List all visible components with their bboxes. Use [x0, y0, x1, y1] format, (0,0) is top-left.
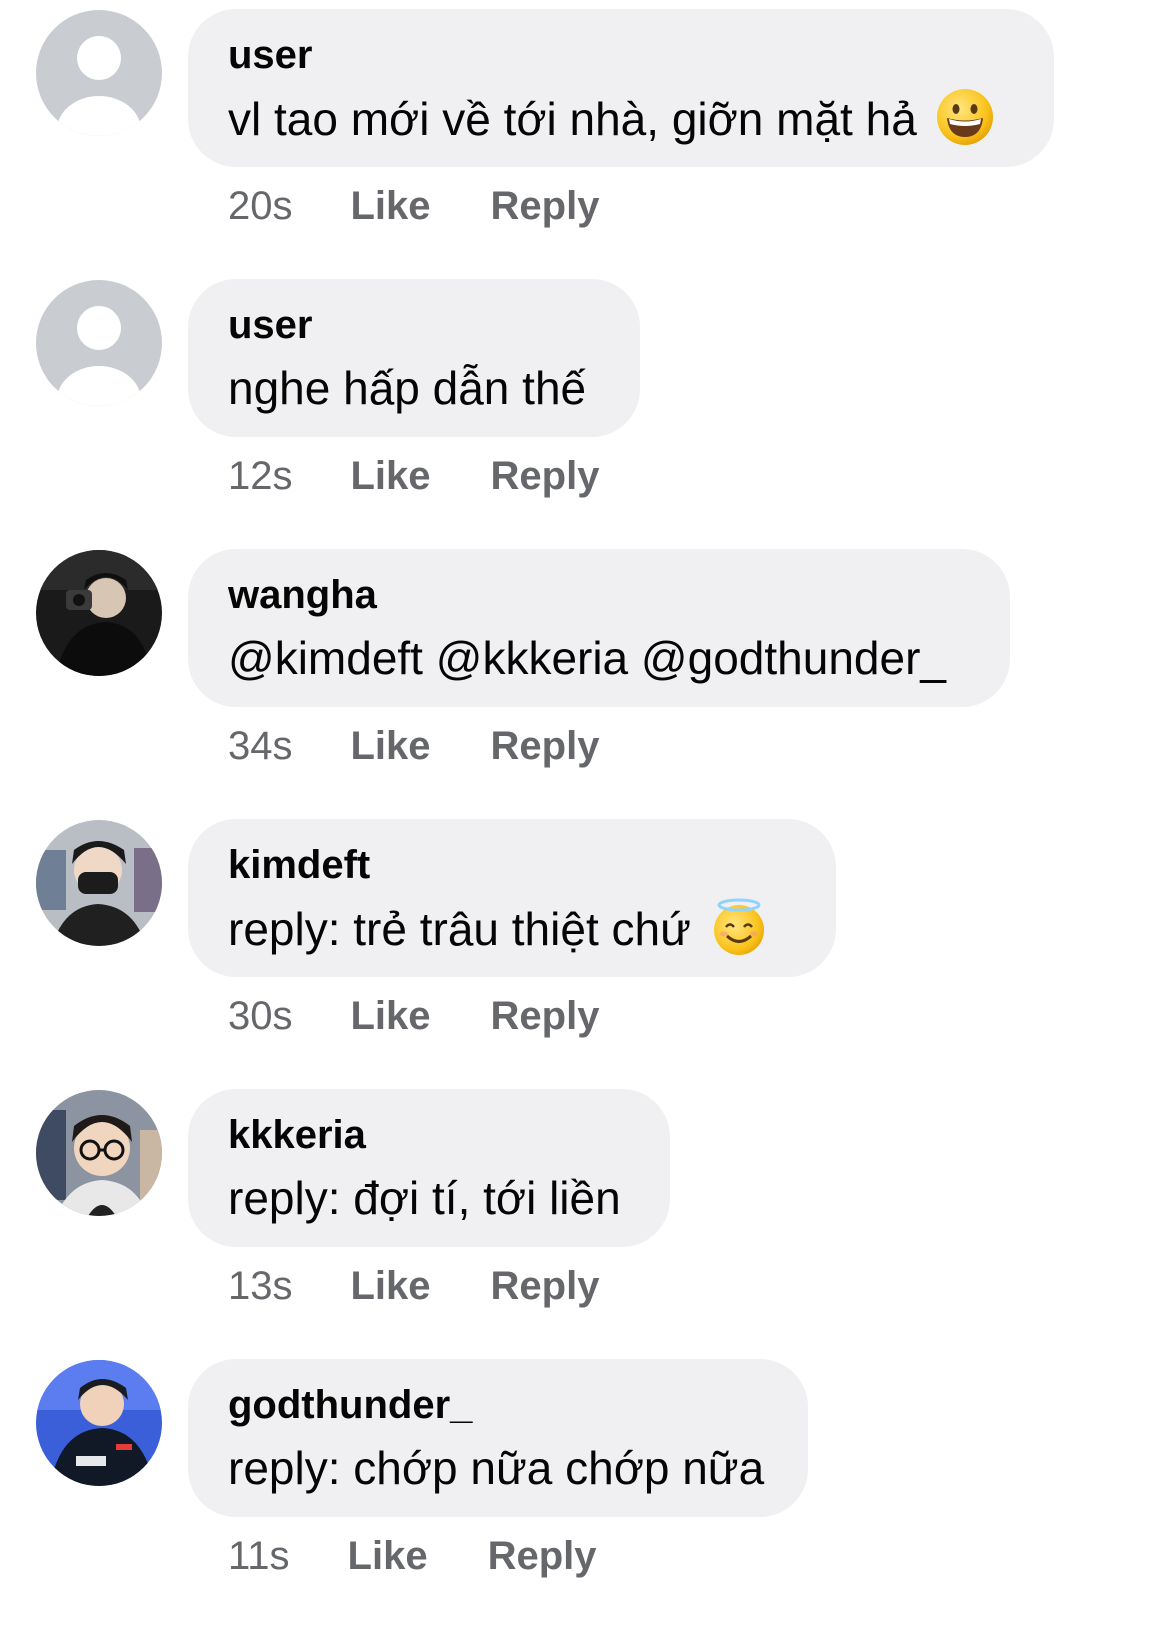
- comment-text: reply: trẻ trâu thiệt chứ: [228, 897, 798, 960]
- comment-item: kimdeft reply: trẻ trâu thiệt chứ 30s Li…: [0, 810, 1169, 1080]
- like-button[interactable]: Like: [348, 1532, 428, 1580]
- comment-text: reply: chớp nữa chớp nữa: [228, 1442, 765, 1494]
- comment-item: wangha @kimdeft @kkkeria @godthunder_ 34…: [0, 540, 1169, 810]
- grinning-face-icon: [936, 89, 993, 145]
- like-button[interactable]: Like: [351, 452, 431, 500]
- reply-button[interactable]: Reply: [491, 992, 600, 1040]
- like-button[interactable]: Like: [351, 992, 431, 1040]
- avatar[interactable]: [36, 550, 162, 676]
- comment-actions: 20s Like Reply: [228, 182, 599, 230]
- avatar[interactable]: [36, 820, 162, 946]
- comment-bubble: godthunder_ reply: chớp nữa chớp nữa: [188, 1359, 808, 1517]
- comment-item: user nghe hấp dẫn thế 12s Like Reply: [0, 270, 1169, 540]
- comment-actions: 30s Like Reply: [228, 992, 599, 1040]
- comment-time: 11s: [228, 1534, 290, 1578]
- reply-button[interactable]: Reply: [488, 1532, 597, 1580]
- comment-text: vl tao mới về tới nhà, giỡn mặt hả: [228, 87, 1016, 150]
- comment-username[interactable]: wangha: [228, 571, 972, 619]
- avatar[interactable]: [36, 1090, 162, 1216]
- comment-actions: 13s Like Reply: [228, 1262, 599, 1310]
- comment-item: godthunder_ reply: chớp nữa chớp nữa 11s…: [0, 1350, 1169, 1620]
- comment-bubble: kimdeft reply: trẻ trâu thiệt chứ: [188, 819, 836, 977]
- comment-time: 13s: [228, 1264, 293, 1308]
- reply-button[interactable]: Reply: [491, 722, 600, 770]
- comment-text: @kimdeft @kkkeria @godthunder_: [228, 632, 946, 684]
- default-avatar-icon: [36, 280, 162, 406]
- comment-username[interactable]: kkkeria: [228, 1111, 632, 1159]
- comment-time: 12s: [228, 454, 293, 498]
- profile-photo-icon: [36, 550, 162, 676]
- comment-bubble: user nghe hấp dẫn thế: [188, 279, 640, 437]
- comment-actions: 12s Like Reply: [228, 452, 599, 500]
- default-avatar-icon: [36, 10, 162, 136]
- comment-bubble: wangha @kimdeft @kkkeria @godthunder_: [188, 549, 1010, 707]
- reply-button[interactable]: Reply: [491, 182, 600, 230]
- comment-username[interactable]: user: [228, 301, 602, 349]
- reply-button[interactable]: Reply: [491, 452, 600, 500]
- comment-bubble: user vl tao mới về tới nhà, giỡn mặt hả: [188, 9, 1054, 167]
- comment-actions: 34s Like Reply: [228, 722, 599, 770]
- comment-username[interactable]: kimdeft: [228, 841, 798, 889]
- comment-time: 34s: [228, 724, 293, 768]
- comment-item: kkkeria reply: đợi tí, tới liền 13s Like R…: [0, 1080, 1169, 1350]
- smiling-face-with-halo-icon: [713, 898, 764, 955]
- comment-actions: 11s Like Reply: [228, 1532, 597, 1580]
- profile-photo-icon: [36, 1090, 162, 1216]
- comment-text: nghe hấp dẫn thế: [228, 362, 587, 414]
- avatar[interactable]: [36, 10, 162, 136]
- comment-bubble: kkkeria reply: đợi tí, tới liền: [188, 1089, 670, 1247]
- like-button[interactable]: Like: [351, 722, 431, 770]
- like-button[interactable]: Like: [351, 1262, 431, 1310]
- comment-username[interactable]: godthunder_: [228, 1381, 770, 1429]
- profile-photo-icon: [36, 1360, 162, 1486]
- like-button[interactable]: Like: [351, 182, 431, 230]
- comment-username[interactable]: user: [228, 31, 1016, 79]
- profile-photo-icon: [36, 820, 162, 946]
- avatar[interactable]: [36, 280, 162, 406]
- comment-item: user vl tao mới về tới nhà, giỡn mặt hả …: [0, 0, 1169, 270]
- comment-time: 20s: [228, 184, 293, 228]
- comment-text: reply: đợi tí, tới liền: [228, 1172, 621, 1224]
- reply-button[interactable]: Reply: [491, 1262, 600, 1310]
- avatar[interactable]: [36, 1360, 162, 1486]
- comment-time: 30s: [228, 994, 293, 1038]
